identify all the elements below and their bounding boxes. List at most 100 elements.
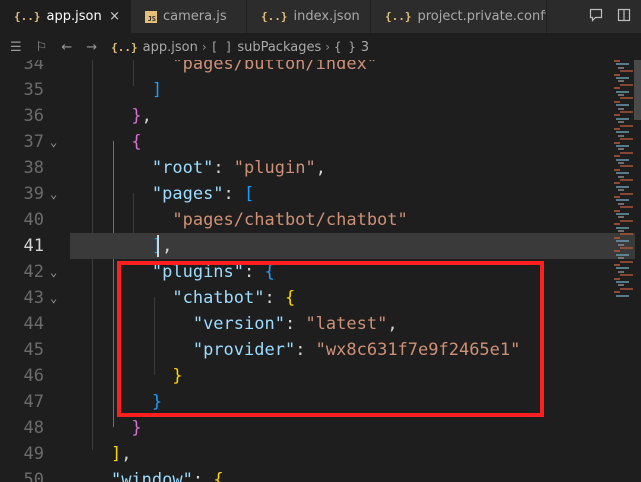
fold-chevron-icon[interactable]: ⌄ (50, 181, 57, 207)
minimap-line (614, 277, 620, 280)
minimap-line (614, 168, 620, 171)
minimap-line (620, 97, 633, 100)
code-line[interactable]: 49 ], (0, 441, 641, 467)
minimap-line (614, 264, 620, 266)
back-arrow-icon[interactable]: ← (61, 40, 72, 55)
minimap-line (616, 63, 629, 66)
code-line[interactable]: 46 } (0, 363, 641, 389)
split-editor-icon[interactable] (617, 7, 631, 26)
line-number: 39 (23, 184, 44, 204)
line-number: 35 (23, 80, 44, 100)
minimap-line (620, 179, 633, 181)
code-token: { (264, 262, 275, 282)
code-text: ], (70, 441, 132, 467)
tab-actions (579, 0, 641, 33)
code-text: } (70, 389, 162, 415)
minimap-line (618, 162, 624, 164)
code-line[interactable]: 48 } (0, 415, 641, 441)
minimap-line (618, 189, 624, 192)
minimap-line (614, 209, 620, 212)
code-editor[interactable]: 34 "pages/button/index" 35 ] 36 }, 37 ⌄ {38 … (0, 60, 641, 482)
fold-chevron-icon[interactable]: ⌄ (50, 129, 57, 155)
minimap-line (616, 145, 629, 147)
minimap-line (616, 213, 629, 215)
tab-camera-js[interactable]: JS camera.js (131, 0, 247, 33)
minimap-line (614, 73, 620, 76)
tab-app-json[interactable]: {..} app.json × (0, 0, 131, 33)
line-number: 37 (23, 132, 44, 152)
line-number: 34 (23, 60, 44, 74)
minimap-line (614, 291, 620, 294)
breadcrumb-file[interactable]: {..} app.json (111, 40, 198, 55)
code-line[interactable]: 50 "window": { (0, 467, 641, 482)
breadcrumb-object[interactable]: { } 3 (334, 40, 369, 55)
array-icon: [ ] (210, 40, 233, 54)
forward-arrow-icon[interactable]: → (86, 40, 97, 55)
line-number: 49 (23, 444, 44, 464)
menu-icon[interactable]: ☰ (10, 40, 22, 55)
code-line[interactable]: 39 ⌄ "pages": [ (0, 181, 641, 207)
code-line[interactable]: 34 "pages/button/index" (0, 60, 641, 77)
minimap-line (620, 151, 633, 154)
minimap-line (618, 216, 624, 219)
chevron-right-icon: › (201, 40, 207, 54)
minimap-line (620, 219, 633, 222)
minimap-line (614, 250, 620, 253)
code-line[interactable]: 37 ⌄ { (0, 129, 641, 155)
code-line[interactable]: 47 } (0, 389, 641, 415)
line-number: 43 (23, 288, 44, 308)
code-line[interactable]: 43 ⌄ "chatbot": { (0, 285, 641, 311)
code-text: } (70, 415, 141, 441)
code-line[interactable]: 42 ⌄ "plugins": { (0, 259, 641, 285)
code-line[interactable]: 44 "version": "latest", (0, 311, 641, 337)
minimap-line (618, 175, 624, 178)
minimap-line (620, 124, 633, 127)
minimap-line (614, 128, 620, 130)
code-token: } (131, 106, 142, 126)
line-number: 50 (23, 470, 44, 482)
tab-index-json[interactable]: {..} index.json (247, 0, 371, 33)
minimap-line (620, 274, 633, 277)
line-number: 40 (23, 210, 44, 230)
bookmark-icon[interactable]: ⚐ (36, 40, 48, 55)
minimap-line (620, 206, 633, 209)
comment-icon[interactable] (589, 7, 603, 26)
tab-label: camera.js (163, 9, 227, 24)
code-text: "version": "latest", (70, 311, 398, 337)
code-token: "chatbot" (172, 288, 265, 308)
fold-chevron-icon[interactable]: ⌄ (50, 259, 57, 285)
code-line[interactable]: 45 "provider": "wx8c631f7e9f2465e1" (0, 337, 641, 363)
minimap-line (616, 158, 629, 161)
minimap-line (620, 83, 633, 86)
minimap-line (618, 257, 624, 260)
scrollbar-thumb[interactable] (634, 60, 641, 120)
code-token: { (131, 132, 142, 152)
minimap-line (616, 240, 629, 243)
fold-chevron-icon[interactable]: ⌄ (50, 285, 57, 311)
code-line[interactable]: 36 }, (0, 103, 641, 129)
tab-project-private-config[interactable]: {..} project.private.config.j (371, 0, 547, 33)
minimap-line (616, 199, 629, 202)
breadcrumb-array[interactable]: [ ] subPackages (211, 40, 322, 55)
minimap-line (620, 192, 633, 195)
minimap-line (616, 226, 629, 229)
code-line[interactable]: 41 ], (0, 233, 641, 259)
code-line[interactable]: 35 ] (0, 77, 641, 103)
code-line[interactable]: 40 "pages/chatbot/chatbot" (0, 207, 641, 233)
close-icon[interactable]: × (109, 9, 120, 24)
minimap-line (620, 111, 633, 113)
code-line[interactable]: 38 "root": "plugin", (0, 155, 641, 181)
minimap-line (614, 223, 620, 226)
minimap-line (620, 287, 633, 290)
